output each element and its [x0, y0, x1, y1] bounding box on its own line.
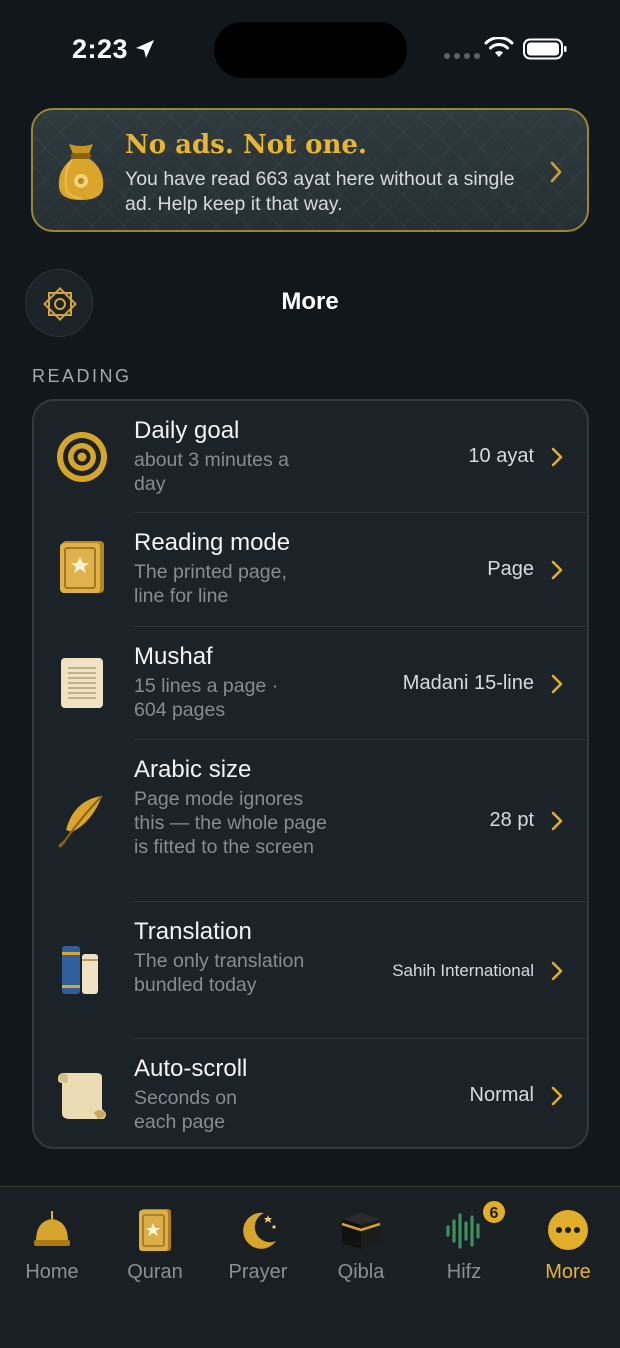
tab-more[interactable]: More — [516, 1187, 620, 1297]
money-bag-icon — [58, 144, 104, 200]
reading-settings-card: Daily goal about 3 minutes a day 10 ayat… — [32, 399, 589, 1149]
setting-value: Sahih International — [392, 961, 534, 980]
tab-qibla[interactable]: Qibla — [309, 1187, 413, 1297]
setting-value: Normal — [469, 1084, 534, 1106]
tab-hifz[interactable]: 6 Hifz — [412, 1187, 516, 1297]
chevron-right-icon — [551, 560, 563, 580]
support-banner[interactable]: No ads. Not one. You have read 663 ayat … — [31, 108, 589, 232]
status-time: 2:23 — [72, 34, 129, 64]
setting-row-mushaf[interactable]: Mushaf 15 lines a page · 604 pages Madan… — [34, 627, 587, 740]
setting-title: Auto-scroll — [134, 1055, 248, 1082]
book-icon — [60, 541, 104, 593]
page-title: More — [281, 288, 339, 315]
setting-value: 28 pt — [489, 809, 534, 831]
tab-label: Hifz — [446, 1261, 482, 1283]
target-icon — [57, 432, 107, 482]
battery-icon — [523, 38, 567, 60]
setting-row-auto-scroll[interactable]: Auto-scroll Seconds on each page Normal — [34, 1039, 587, 1147]
setting-subtitle: Page mode ignores this — the whole page … — [134, 788, 327, 858]
status-bar: 2:23 — [0, 0, 620, 100]
dynamic-island — [214, 22, 407, 78]
setting-row-reading-mode[interactable]: Reading mode The printed page, line for … — [34, 513, 587, 627]
quran-icon — [139, 1209, 171, 1251]
scroll-icon — [58, 1073, 106, 1119]
setting-subtitle: 15 lines a page · 604 pages — [134, 675, 279, 721]
tab-prayer[interactable]: Prayer — [206, 1187, 310, 1297]
crescent-icon — [243, 1212, 276, 1249]
setting-row-translation[interactable]: Translation The only translation bundled… — [34, 902, 587, 1039]
tab-label: Qibla — [337, 1261, 385, 1283]
hifz-badge: 6 — [481, 1199, 507, 1225]
setting-title: Mushaf — [134, 643, 213, 670]
tab-label: Quran — [127, 1261, 183, 1283]
page-icon — [61, 658, 103, 708]
setting-value: 10 ayat — [468, 445, 534, 467]
setting-value: Madani 15-line — [402, 672, 534, 694]
kaaba-icon — [341, 1213, 381, 1249]
chevron-right-icon — [551, 1086, 563, 1106]
setting-row-daily-goal[interactable]: Daily goal about 3 minutes a day 10 ayat — [34, 401, 587, 513]
chevron-right-icon — [551, 811, 563, 831]
setting-title: Reading mode — [134, 529, 291, 556]
tab-home[interactable]: Home — [0, 1187, 104, 1297]
chevron-right-icon — [551, 961, 563, 981]
setting-row-arabic-size[interactable]: Arabic size Page mode ignores this — the… — [34, 740, 587, 902]
chevron-right-icon — [550, 161, 562, 183]
tab-bar: Home Quran Prayer Qibla 6 Hifz More — [0, 1186, 620, 1348]
chevron-right-icon — [551, 447, 563, 467]
banner-title: No ads. Not one. — [125, 130, 367, 160]
setting-value: Page — [487, 558, 534, 580]
location-arrow-icon — [136, 40, 154, 58]
tab-label: More — [545, 1261, 591, 1283]
setting-title: Daily goal — [134, 417, 240, 444]
wifi-icon — [484, 37, 514, 57]
waveform-icon — [446, 1213, 480, 1249]
feather-icon — [58, 795, 103, 848]
setting-subtitle: about 3 minutes a day — [134, 449, 290, 495]
tab-label: Home — [25, 1261, 79, 1283]
setting-subtitle: The only translation bundled today — [134, 950, 305, 996]
tab-label: Prayer — [228, 1261, 288, 1283]
cellular-signal-icon — [444, 53, 480, 59]
setting-title: Translation — [134, 918, 252, 945]
chevron-right-icon — [551, 674, 563, 694]
mosque-icon — [34, 1211, 70, 1246]
setting-subtitle: Seconds on each page — [134, 1087, 237, 1133]
banner-text: You have read 663 ayat here without a si… — [125, 168, 515, 215]
books-icon — [62, 946, 98, 994]
setting-subtitle: The printed page, line for line — [134, 561, 287, 607]
section-label-reading: READING — [32, 366, 132, 386]
tab-quran[interactable]: Quran — [103, 1187, 207, 1297]
more-icon — [548, 1210, 588, 1250]
setting-title: Arabic size — [134, 756, 252, 783]
